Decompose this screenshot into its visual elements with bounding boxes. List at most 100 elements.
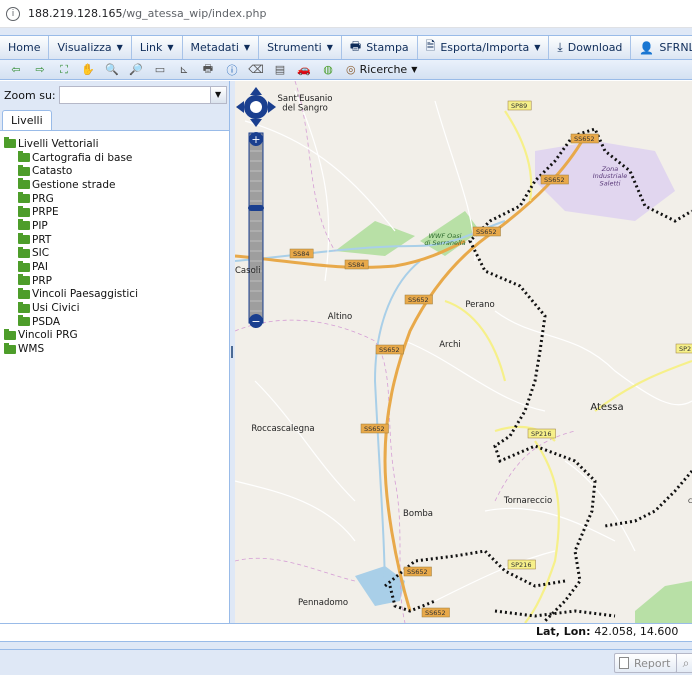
road-shield: C	[688, 497, 692, 505]
place-label: Altino	[328, 312, 352, 322]
zoom-slider-thumb[interactable]	[248, 205, 264, 211]
tree-node-label: Gestione strade	[32, 178, 116, 191]
road-shield: SS652	[570, 133, 599, 144]
menu-strumenti[interactable]: Strumenti ▼	[259, 36, 342, 59]
svg-text:SS652: SS652	[476, 228, 497, 236]
chevron-down-icon: ▼	[243, 43, 251, 52]
place-label: Pennadomo	[298, 598, 348, 608]
menu-label: Stampa	[366, 41, 409, 54]
tree-node-label: Vincoli PRG	[18, 329, 78, 342]
folder-icon	[18, 151, 30, 163]
zoom-combo[interactable]: ▼	[58, 86, 227, 104]
menu-stampa[interactable]: 🖶 Stampa	[342, 36, 418, 59]
svg-text:SS84: SS84	[348, 261, 365, 269]
tree-node[interactable]: Catasto	[4, 164, 229, 178]
layer-icon[interactable]: ▤	[268, 61, 292, 79]
zoom-extent-icon[interactable]: ⛶	[52, 61, 76, 79]
tree-node[interactable]: SIC	[4, 246, 229, 261]
search-icon[interactable]: ⌕	[676, 653, 692, 673]
menu-label: Home	[8, 41, 41, 54]
tree-node[interactable]: Gestione strade	[4, 178, 229, 192]
layer-tree: Livelli Vettoriali Cartografia di base Cat…	[0, 131, 229, 356]
road-shield: SS652	[421, 607, 450, 618]
zoom-slider[interactable]	[248, 132, 264, 324]
main-menu-bar: Home Visualizza ▼ Link ▼ Metadati ▼ Strumenti ▼ 🖶…	[0, 36, 692, 60]
tree-node-label: Usi Civici	[32, 302, 80, 315]
zoom-out-icon[interactable]: 🔎	[124, 61, 148, 79]
svg-text:SS652: SS652	[574, 135, 595, 143]
svg-text:SS84: SS84	[293, 250, 310, 258]
menu-download[interactable]: ⤓ Download	[549, 36, 632, 59]
place-label: Atessa	[590, 402, 623, 413]
chevron-down-icon[interactable]: ▼	[209, 87, 226, 103]
zoom-in-icon[interactable]: 🔍	[100, 61, 124, 79]
menu-home[interactable]: Home	[0, 36, 50, 59]
menu-visualizza[interactable]: Visualizza ▼	[49, 36, 132, 59]
eraser-icon[interactable]: ⌫	[244, 61, 268, 79]
report-icon	[619, 657, 629, 669]
minus-icon: −	[251, 315, 260, 328]
tree-node[interactable]: Livelli Vettoriali	[4, 137, 229, 151]
tree-node[interactable]: PRPE	[4, 205, 229, 219]
url-host: 188.219.128.165	[28, 7, 123, 20]
menu-metadati[interactable]: Metadati ▼	[183, 36, 260, 59]
menu-label: Esporta/Importa	[440, 41, 530, 54]
measure-area-icon[interactable]: ⊾	[172, 61, 196, 79]
menu-esporta-importa[interactable]: 🗎 Esporta/Importa ▼	[418, 36, 550, 59]
tree-node[interactable]: Vincoli PRG	[4, 328, 229, 343]
road-shield: SS84	[344, 259, 369, 270]
tree-node-label: Vincoli Paesaggistici	[32, 288, 138, 301]
tree-node[interactable]: PIP	[4, 219, 229, 233]
pan-icon[interactable]: ✋	[76, 61, 100, 79]
panel-tabs: Livelli	[0, 109, 229, 131]
folder-icon	[18, 260, 30, 272]
folder-icon	[4, 137, 16, 149]
tree-node[interactable]: PRP	[4, 274, 229, 288]
tree-node[interactable]: PSDA	[4, 315, 229, 329]
globe-icon[interactable]: ◍	[316, 61, 340, 79]
tree-node[interactable]: Usi Civici	[4, 301, 229, 315]
tree-node[interactable]: WMS	[4, 342, 229, 356]
tree-node-label: PRT	[32, 233, 52, 246]
splitter-grip[interactable]	[231, 346, 233, 358]
tree-node-label: Livelli Vettoriali	[18, 137, 99, 150]
svg-text:C: C	[688, 497, 692, 505]
road-shield: SS652	[360, 423, 389, 434]
tree-node-label: Cartografia di base	[32, 151, 133, 164]
tree-node[interactable]: Vincoli Paesaggistici	[4, 287, 229, 302]
zoom-row: Zoom su: ▼	[0, 81, 229, 109]
forward-icon[interactable]: ⇨	[28, 61, 52, 79]
tree-node[interactable]: Cartografia di base	[4, 151, 229, 165]
ricerche-menu[interactable]: ◎ Ricerche ▼	[346, 63, 417, 76]
map-canvas[interactable]: + − Sant'Eusanio del Sangro Casoli Altino Pe…	[235, 81, 692, 623]
folder-icon	[18, 301, 30, 313]
tree-node[interactable]: PRG	[4, 192, 229, 206]
url-text[interactable]: 188.219.128.165/wg_atessa_wip/index.php	[28, 7, 266, 20]
measure-length-icon[interactable]: ▭	[148, 61, 172, 79]
print-icon[interactable]: 🖶	[196, 61, 220, 79]
road-shield: SP89	[507, 100, 532, 111]
menu-label: Visualizza	[57, 41, 112, 54]
menu-link[interactable]: Link ▼	[132, 36, 183, 59]
report-button[interactable]: Report	[614, 653, 678, 673]
chevron-down-icon: ▼	[411, 65, 418, 74]
car-icon[interactable]: 🚗	[292, 61, 316, 79]
site-info-icon[interactable]: i	[6, 6, 20, 21]
road-shield: SS652	[540, 174, 569, 185]
zoom-label: Zoom su:	[4, 88, 56, 102]
svg-text:SP2: SP2	[679, 345, 691, 353]
map-view[interactable]: + − Sant'Eusanio del Sangro Casoli Altino Pe…	[235, 81, 692, 623]
folder-icon	[18, 178, 30, 190]
tab-livelli[interactable]: Livelli	[2, 110, 52, 130]
pan-center	[250, 101, 262, 113]
menu-label: Download	[567, 41, 623, 54]
tree-node[interactable]: PAI	[4, 260, 229, 274]
info-icon[interactable]: ⓘ	[220, 61, 244, 79]
address-bar[interactable]: i 188.219.128.165/wg_atessa_wip/index.ph…	[0, 0, 692, 28]
place-label: Archi	[439, 340, 461, 350]
menu-sfrnls76a53a485v[interactable]: 👤 SFRNLS76A53A485V	[631, 36, 692, 59]
tree-node[interactable]: PRT	[4, 233, 229, 247]
back-icon[interactable]: ⇦	[4, 61, 28, 79]
latlon-label: Lat, Lon:	[536, 625, 591, 638]
folder-icon	[18, 219, 30, 231]
